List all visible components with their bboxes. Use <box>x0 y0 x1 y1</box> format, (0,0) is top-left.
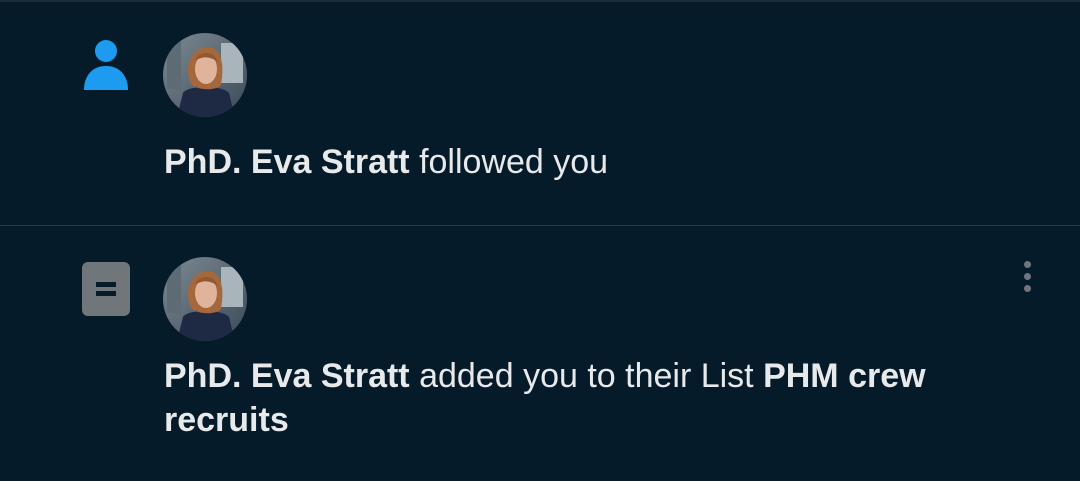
notification-text: PhD. Eva Stratt followed you <box>164 140 1044 184</box>
user-name[interactable]: PhD. Eva Stratt <box>164 143 410 181</box>
notification-list-added[interactable]: PhD. Eva Stratt added you to their List … <box>0 226 1080 481</box>
action-text: followed you <box>409 143 609 181</box>
list-icon <box>82 262 130 316</box>
more-vertical-icon[interactable] <box>1014 258 1040 298</box>
user-avatar[interactable] <box>163 257 247 341</box>
user-avatar[interactable] <box>163 33 247 117</box>
user-name[interactable]: PhD. Eva Stratt <box>164 357 410 395</box>
notification-text: PhD. Eva Stratt added you to their List … <box>164 354 1044 442</box>
person-icon <box>82 39 130 91</box>
notification-follow[interactable]: PhD. Eva Stratt followed you <box>0 2 1080 225</box>
action-text: added you to their List <box>409 357 764 395</box>
